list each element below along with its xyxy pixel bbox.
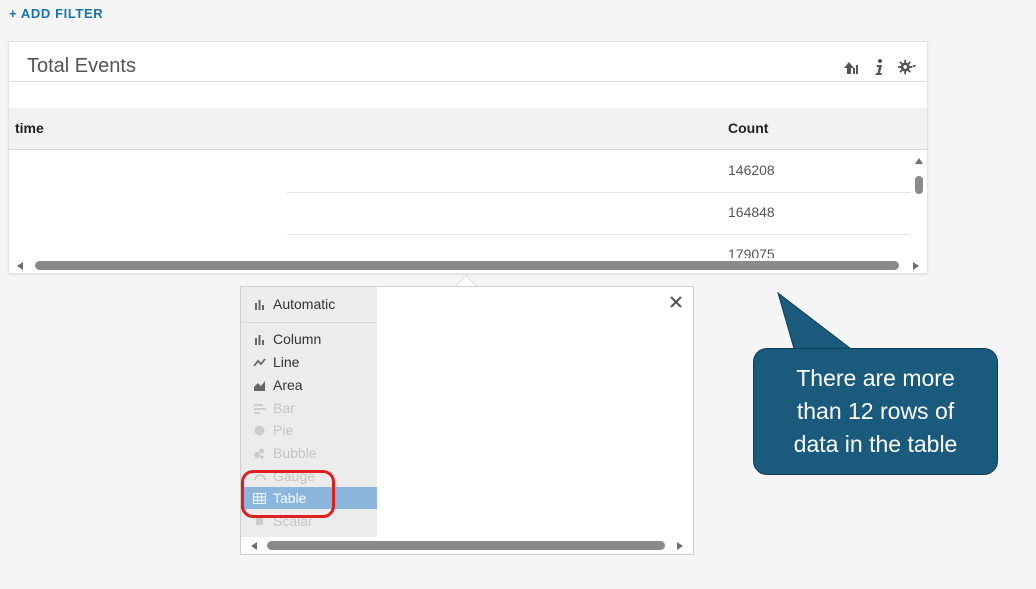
- column-chart-icon: [253, 333, 266, 346]
- pie-chart-icon: [253, 424, 266, 437]
- chart-type-bar: Bar: [241, 397, 377, 419]
- title-divider: [9, 81, 927, 82]
- chart-type-pie: Pie: [241, 419, 377, 441]
- scroll-thumb[interactable]: [267, 541, 665, 550]
- column-header-time[interactable]: time: [15, 120, 44, 136]
- gear-icon[interactable]: [897, 57, 917, 77]
- add-filter-link[interactable]: + ADD FILTER: [9, 6, 103, 21]
- table-row: 164848: [9, 192, 910, 234]
- total-events-widget: Total Events time Count 146208 164848 17…: [8, 41, 928, 274]
- chart-type-label: Area: [273, 377, 303, 393]
- scroll-left-icon[interactable]: [251, 542, 257, 550]
- chart-type-automatic[interactable]: Automatic: [241, 293, 377, 315]
- line-chart-icon: [253, 356, 266, 369]
- chart-type-label: Automatic: [273, 296, 336, 312]
- popup-caret-fill: [456, 276, 476, 286]
- count-cell: 146208: [728, 162, 775, 178]
- chart-type-line[interactable]: Line: [241, 351, 377, 373]
- widget-title: Total Events: [27, 55, 136, 77]
- table-header: time Count: [9, 108, 927, 150]
- annotation-highlight: [241, 470, 335, 518]
- scroll-right-icon[interactable]: [913, 262, 919, 270]
- chart-type-label: Pie: [273, 422, 294, 438]
- chart-type-area[interactable]: Area: [241, 374, 377, 396]
- scroll-right-icon[interactable]: [677, 542, 683, 550]
- count-cell: 164848: [728, 204, 775, 220]
- annotation-callout: There are more than 12 rows of data in t…: [753, 348, 998, 475]
- close-icon[interactable]: [668, 294, 684, 310]
- chart-type-column[interactable]: Column: [241, 328, 377, 350]
- horizontal-scrollbar[interactable]: [13, 260, 923, 272]
- vertical-scrollbar[interactable]: [913, 156, 925, 260]
- chart-type-bubble: Bubble: [241, 442, 377, 464]
- info-icon[interactable]: [869, 57, 889, 77]
- popup-horizontal-scrollbar[interactable]: [247, 540, 687, 552]
- widget-toolbar: [841, 57, 917, 77]
- scroll-up-icon[interactable]: [915, 158, 923, 164]
- scroll-left-icon[interactable]: [17, 262, 23, 270]
- bubble-chart-icon: [253, 447, 266, 460]
- scroll-thumb[interactable]: [915, 176, 923, 194]
- table-row: 146208: [9, 150, 910, 192]
- chart-type-label: Line: [273, 354, 300, 370]
- chart-type-label: Column: [273, 331, 322, 347]
- bar-chart-icon: [253, 402, 266, 415]
- chart-upload-icon[interactable]: [841, 57, 861, 77]
- chart-type-label: Bubble: [273, 445, 317, 461]
- callout-text: There are more than 12 rows of data in t…: [793, 365, 958, 457]
- scroll-thumb[interactable]: [35, 261, 899, 270]
- chart-type-label: Bar: [273, 400, 295, 416]
- area-chart-icon: [253, 379, 266, 392]
- column-chart-icon: [253, 298, 266, 311]
- column-header-count[interactable]: Count: [728, 120, 768, 136]
- list-separator: [241, 322, 377, 323]
